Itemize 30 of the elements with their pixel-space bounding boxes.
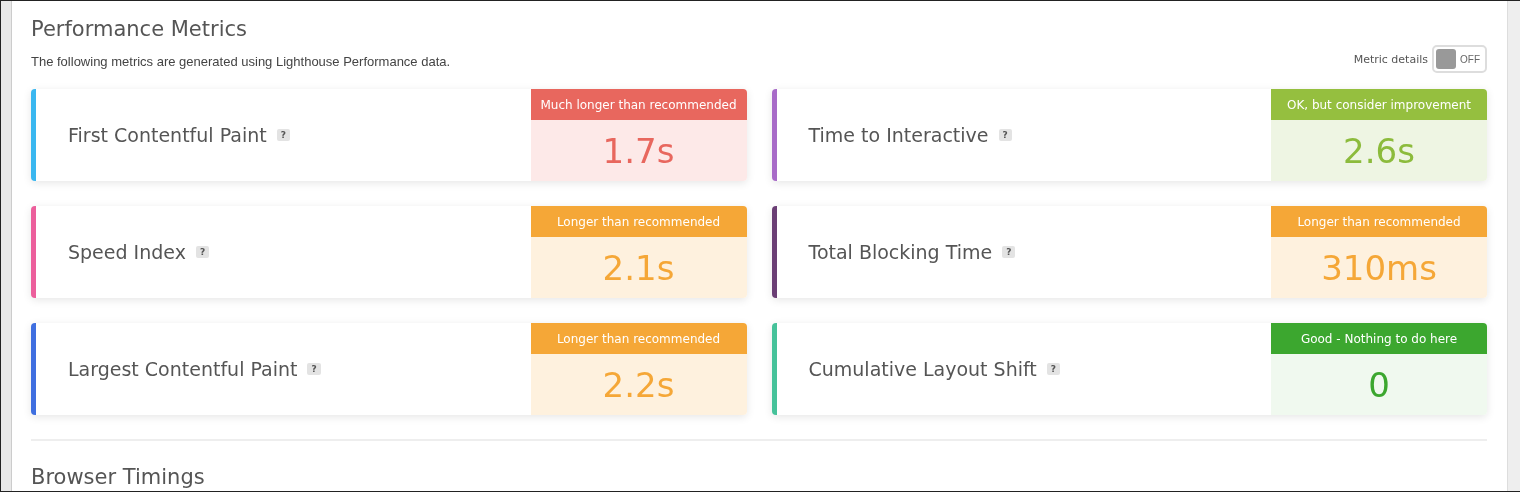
section-title: Browser Timings bbox=[31, 465, 206, 489]
metric-details-toggle[interactable]: OFF bbox=[1432, 45, 1487, 73]
metric-value: 1.7s bbox=[530, 120, 747, 181]
metric-value: 2.2s bbox=[530, 354, 747, 415]
metric-name: Cumulative Layout Shift bbox=[808, 358, 1037, 380]
toggle-label: Metric details bbox=[1353, 52, 1428, 66]
metric-status: OK, but consider improvement bbox=[1271, 89, 1487, 120]
metric-name: Time to Interactive bbox=[808, 124, 989, 146]
metric-name: Largest Contentful Paint bbox=[68, 358, 298, 380]
help-badge[interactable]: ? bbox=[307, 363, 321, 375]
help-badge[interactable]: ? bbox=[1002, 246, 1016, 258]
metric-status: Good - Nothing to do here bbox=[1271, 323, 1487, 354]
metric-status: Longer than recommended bbox=[1271, 206, 1487, 237]
section-description: The following metrics are generated using Lighthouse Performance data. bbox=[31, 54, 451, 69]
help-badge[interactable]: ? bbox=[276, 129, 290, 141]
metric-value: 2.1s bbox=[530, 237, 747, 298]
metric-value: 2.6s bbox=[1271, 120, 1487, 181]
metric-name: Total Blocking Time bbox=[808, 241, 993, 263]
metric-name: Speed Index bbox=[68, 241, 186, 263]
help-badge[interactable]: ? bbox=[998, 129, 1012, 141]
section-title: Performance Metrics bbox=[31, 17, 248, 41]
scrollbar-track[interactable] bbox=[1507, 1, 1520, 491]
metric-status: Longer than recommended bbox=[530, 206, 747, 237]
metric-status: Longer than recommended bbox=[530, 323, 747, 354]
help-badge[interactable]: ? bbox=[195, 246, 210, 258]
metric-status: Much longer than recommended bbox=[530, 89, 747, 120]
metric-name: First Contentful Paint bbox=[68, 124, 267, 146]
metric-value: 0 bbox=[1271, 354, 1487, 415]
help-badge[interactable]: ? bbox=[1046, 363, 1061, 375]
metric-value: 310ms bbox=[1271, 237, 1487, 298]
